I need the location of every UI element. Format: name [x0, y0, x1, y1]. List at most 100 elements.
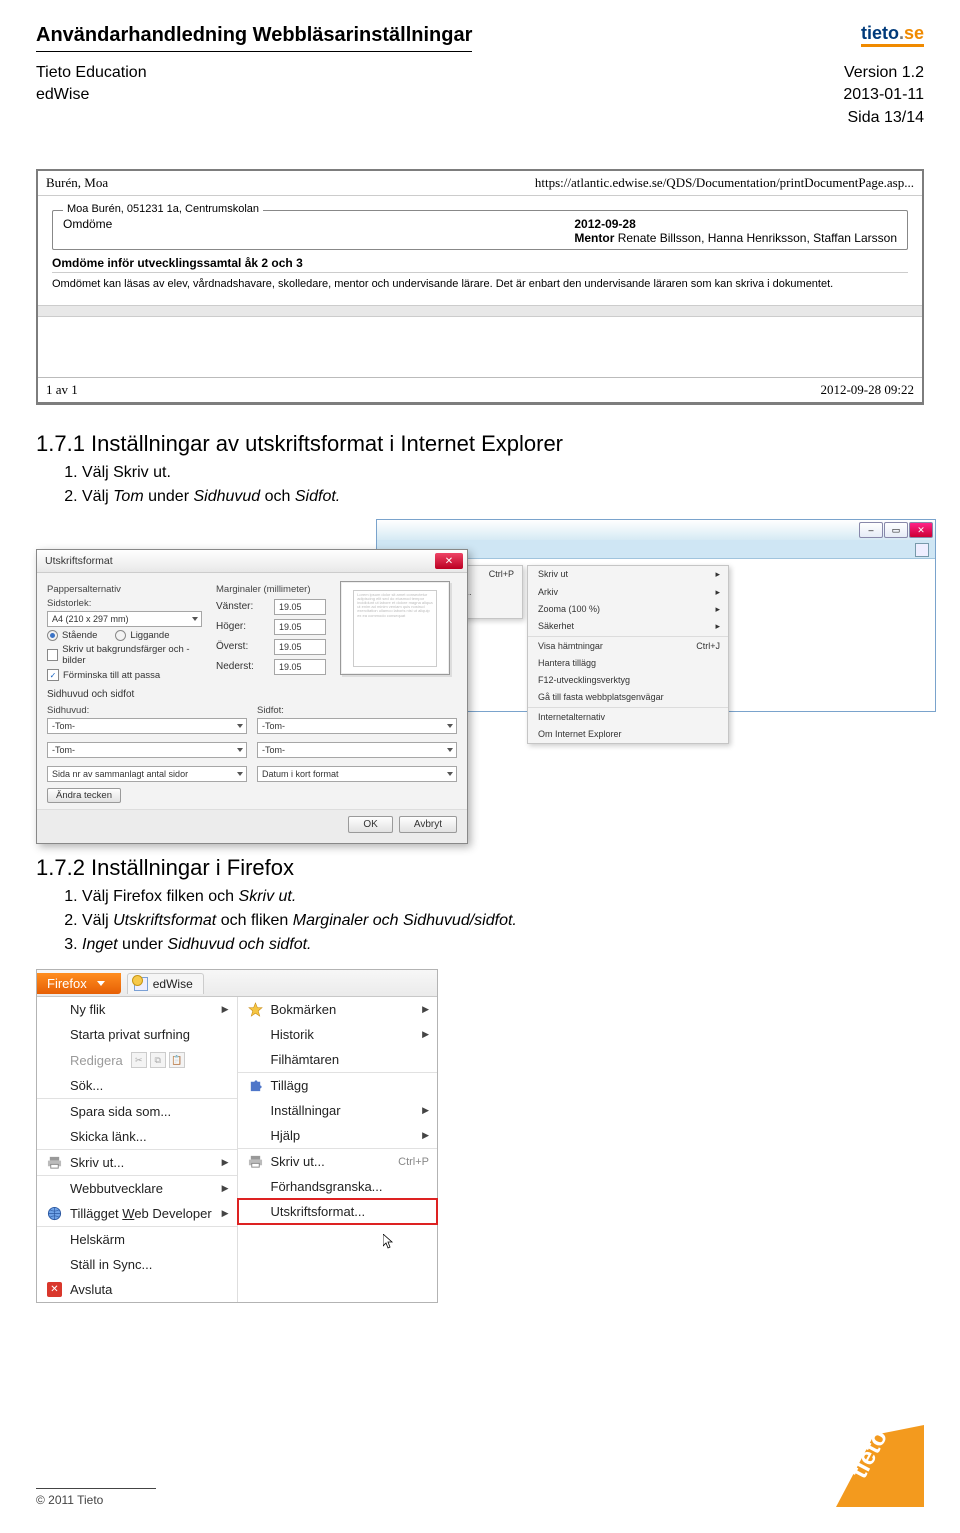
menu-item[interactable]: Visa hämtningarCtrl+J [528, 638, 728, 655]
menu-item[interactable]: F12-utvecklingsverktyg [528, 672, 728, 689]
menu-item[interactable]: Helskärm [37, 1227, 237, 1252]
minimize-button[interactable]: – [859, 522, 883, 538]
menu-item[interactable]: Sök... [37, 1073, 237, 1098]
section-1-heading: 1.7.1 Inställningar av utskriftsformat i… [36, 431, 924, 457]
omdome-label: Omdöme [63, 217, 112, 245]
cursor-icon [383, 1234, 395, 1250]
menu-item[interactable]: Inställningar ▶ [238, 1098, 438, 1123]
menu-item[interactable]: ✕Avsluta [37, 1277, 237, 1302]
margin-left-label: Vänster: [216, 601, 253, 612]
firefox-menu-button[interactable]: Firefox [37, 973, 121, 994]
menu-item[interactable]: Om Internet Explorer [528, 726, 728, 743]
submenu-arrow-icon: ▶ [222, 1183, 229, 1194]
spacer-icon [47, 1257, 62, 1272]
footer-select-1[interactable]: -Tom- [257, 718, 457, 734]
menu-item[interactable]: Ställ in Sync... [37, 1252, 237, 1277]
menu-item[interactable]: Spara sida som... [37, 1099, 237, 1124]
margin-bottom-label: Nederst: [216, 661, 254, 672]
menu-item[interactable]: Arkiv▸ [528, 584, 728, 601]
menu-item[interactable]: Skicka länk... [37, 1124, 237, 1149]
menu-item[interactable]: Zooma (100 %)▸ [528, 601, 728, 618]
student-legend: Moa Burén, 051231 1a, Centrumskolan [63, 203, 263, 215]
submenu-arrow-icon: ▶ [422, 1105, 429, 1116]
ie-tools-menu: Skriv ut▸ Arkiv▸ Zooma (100 %)▸ Säkerhet… [527, 565, 729, 743]
menu-item[interactable]: Hantera tillägg [528, 655, 728, 672]
close-button[interactable]: ✕ [909, 522, 933, 538]
menu-item[interactable]: Bokmärken▶ [238, 997, 438, 1022]
menu-item-label: Inställningar [271, 1103, 341, 1118]
menu-item[interactable]: Hjälp▶ [238, 1123, 438, 1148]
omdome-date: 2012-09-28 [574, 217, 635, 231]
menu-item-label: Redigera [70, 1053, 123, 1068]
menu-item[interactable]: Webbutvecklare ▶ [37, 1176, 237, 1201]
spacer-icon [47, 1129, 62, 1144]
spacer-icon [47, 1002, 62, 1017]
pagesize-label: Sidstorlek: [47, 598, 202, 609]
header-label: Sidhuvud: [47, 705, 247, 716]
bg-label: Skriv ut bakgrundsfärger och -bilder [62, 644, 202, 666]
shortcut-hint: Ctrl+P [398, 1156, 429, 1168]
menu-item[interactable]: Skriv ut...▶ [37, 1150, 237, 1175]
menu-item[interactable]: Gå till fasta webbplatsgenvägar [528, 689, 728, 706]
header-select-2[interactable]: -Tom- [47, 742, 247, 758]
margin-right-input[interactable]: 19.05 [274, 619, 326, 635]
submenu-arrow-icon: ▶ [222, 1208, 229, 1219]
menu-item-label: Tillägg [271, 1078, 309, 1093]
menu-item[interactable]: Historik▶ [238, 1022, 438, 1047]
browser-tab[interactable]: edWise [127, 973, 204, 994]
shrink-checkbox[interactable]: ✓ [47, 669, 59, 681]
footer-select-3[interactable]: Datum i kort format [257, 766, 457, 782]
close-button[interactable]: ✕ [435, 553, 463, 569]
menu-item[interactable]: Skriv ut...Ctrl+P [238, 1149, 438, 1174]
menu-item[interactable]: Förhandsgranska... [238, 1174, 438, 1199]
margin-bottom-input[interactable]: 19.05 [274, 659, 326, 675]
menu-item[interactable]: Tillägg [238, 1073, 438, 1098]
menu-item-label: Starta privat surfning [70, 1027, 190, 1042]
title-rule [36, 51, 472, 52]
menu-item-label: Hjälp [271, 1128, 301, 1143]
bg-checkbox[interactable] [47, 649, 58, 661]
header-select-1[interactable]: -Tom- [47, 718, 247, 734]
submenu-arrow-icon: ▶ [222, 1157, 229, 1168]
brand-tieto: tieto [861, 23, 899, 43]
spacer-icon [47, 1232, 62, 1247]
menu-item[interactable]: Tillägget Web Developer▶ [37, 1201, 237, 1226]
footer-select-2[interactable]: -Tom- [257, 742, 457, 758]
headerfooter-heading: Sidhuvud och sidfot [47, 689, 457, 700]
menu-item[interactable]: Filhämtaren [238, 1047, 438, 1072]
page-preview: Lorem ipsum dolor sit amet consectetur a… [340, 581, 450, 675]
menu-item[interactable]: Starta privat surfning [37, 1022, 237, 1047]
org-line-2: edWise [36, 84, 147, 106]
date: 2013-01-11 [843, 84, 924, 106]
mentor-value: Renate Billsson, Hanna Henriksson, Staff… [618, 231, 897, 245]
menu-item[interactable]: Ny flik▶ [37, 997, 237, 1022]
cancel-button[interactable]: Avbryt [399, 816, 457, 833]
margin-left-input[interactable]: 19.05 [274, 599, 326, 615]
dialog-title: Utskriftsformat [45, 555, 113, 567]
margin-top-input[interactable]: 19.05 [274, 639, 326, 655]
maximize-button[interactable]: ▭ [884, 522, 908, 538]
org-line-1: Tieto Education [36, 62, 147, 84]
menu-item[interactable]: Internetalternativ [528, 709, 728, 726]
menu-item-label: Spara sida som... [70, 1104, 171, 1119]
submenu-arrow-icon: ▶ [422, 1029, 429, 1040]
firefox-menu-screenshot: Firefox edWise Ny flik▶ Starta privat sur… [36, 969, 438, 1303]
menu-item-label: Helskärm [70, 1232, 125, 1247]
portrait-radio[interactable] [47, 630, 58, 641]
header-select-3[interactable]: Sida nr av sammanlagt antal sidor [47, 766, 247, 782]
pagesize-select[interactable]: A4 (210 x 297 mm) [47, 611, 202, 627]
omdome-body: Omdömet kan läsas av elev, vårdnadshavar… [52, 277, 908, 291]
menu-item-label: Webbutvecklare [70, 1181, 163, 1196]
print-timestamp: 2012-09-28 09:22 [820, 382, 914, 398]
menu-item-label: Ställ in Sync... [70, 1257, 152, 1272]
ok-button[interactable]: OK [348, 816, 392, 833]
landscape-label: Liggande [130, 630, 169, 641]
menu-item[interactable]: Utskriftsformat... [238, 1199, 438, 1224]
step: Välj Firefox filken och Skriv ut. [82, 885, 924, 909]
menu-item[interactable]: Säkerhet▸ [528, 618, 728, 635]
edit-tools: ✂⧉📋 [131, 1052, 185, 1068]
menu-item[interactable]: Skriv ut▸ [528, 566, 728, 583]
print-page-owner: Burén, Moa [46, 175, 108, 191]
change-font-button[interactable]: Ändra tecken [47, 788, 121, 803]
landscape-radio[interactable] [115, 630, 126, 641]
